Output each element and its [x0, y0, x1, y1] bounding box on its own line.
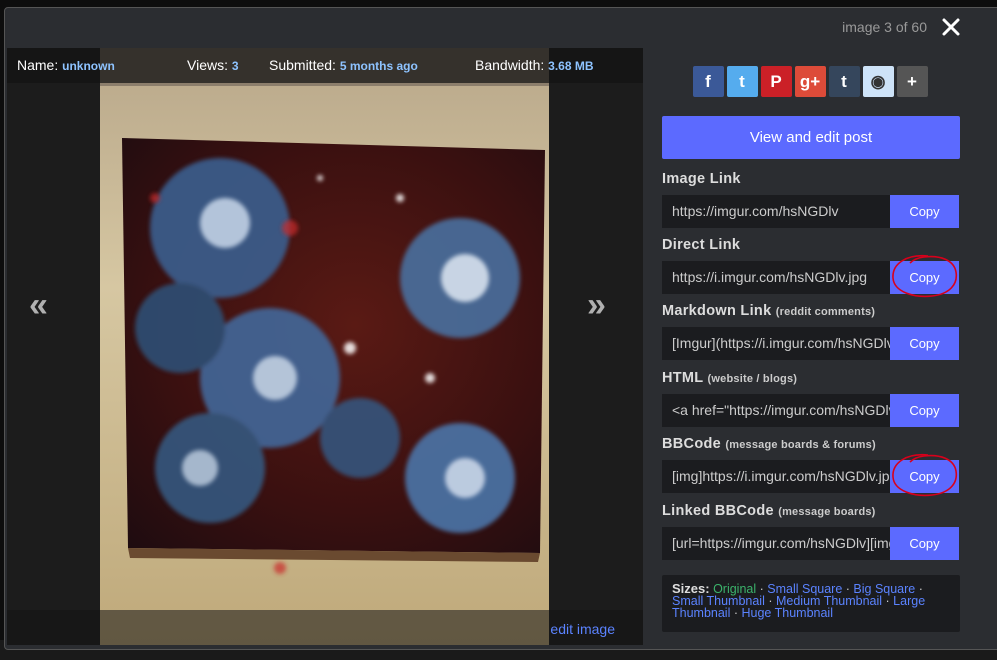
prev-image-arrow[interactable]: « [29, 286, 48, 325]
link-label: Linked BBCode (message boards) [662, 503, 960, 519]
link-field[interactable]: [url=https://imgur.com/hsNGDlv][img] [662, 527, 890, 560]
link-label-text: BBCode [662, 436, 721, 452]
view-edit-post-button[interactable]: View and edit post [662, 116, 960, 159]
bandwidth-value: 3.68 MB [548, 59, 594, 73]
link-field[interactable]: <a href="https://imgur.com/hsNGDlv"> [662, 394, 890, 427]
twitter-icon: t [739, 71, 745, 91]
link-group-direct-link: Direct Link https://i.imgur.com/hsNGDlv.j… [662, 237, 960, 298]
link-field[interactable]: https://i.imgur.com/hsNGDlv.jpg [662, 261, 890, 294]
name-value[interactable]: unknown [62, 59, 115, 73]
link-row: <a href="https://imgur.com/hsNGDlv"> Copy [662, 394, 960, 427]
copy-button[interactable]: Copy [890, 394, 959, 427]
views-value: 3 [231, 59, 239, 73]
stat-submitted: Submitted: 5 months ago [269, 57, 418, 73]
link-label-text: Image Link [662, 171, 741, 187]
link-label: Direct Link [662, 237, 960, 253]
facebook-icon: f [705, 71, 711, 91]
tumblr-icon: t [841, 71, 847, 91]
stat-name: Name: unknown [17, 57, 115, 73]
reddit-icon: ◉ [870, 71, 886, 91]
link-group-markdown-link: Markdown Link (reddit comments) [Imgur](h… [662, 303, 960, 360]
views-label: Views: [187, 57, 228, 73]
size-option-link[interactable]: Huge Thumbnail [741, 606, 833, 620]
copy-button[interactable]: Copy [890, 195, 959, 228]
link-group-linked-bbcode: Linked BBCode (message boards) [url=https… [662, 503, 960, 560]
bandwidth-label: Bandwidth: [475, 57, 545, 73]
image-stats-bar: Name: unknown Views: 3 Submitted: 5 mont… [7, 48, 643, 83]
link-label-text: Markdown Link [662, 303, 772, 319]
link-label: BBCode (message boards & forums) [662, 436, 960, 452]
pinterest-share-button[interactable]: P [760, 66, 792, 97]
link-field[interactable]: [img]https://i.imgur.com/hsNGDlv.jpg[/im… [662, 460, 890, 493]
link-group-bbcode: BBCode (message boards & forums) [img]htt… [662, 436, 960, 497]
share-sidebar: f t Pg+ t ◉ + View and edit post Image Link ht… [660, 66, 960, 632]
link-label-note: (message boards) [778, 506, 876, 518]
tumblr-share-button[interactable]: t [828, 66, 860, 97]
copy-button[interactable]: Copy [890, 261, 959, 294]
image-counter: image 3 of 60 [842, 19, 927, 35]
size-separator: · [882, 594, 894, 608]
name-label: Name: [17, 57, 59, 73]
copy-button[interactable]: Copy [890, 327, 959, 360]
pinterest-icon: P [770, 71, 782, 91]
googleplus-icon: g+ [799, 71, 821, 91]
copy-button[interactable]: Copy [890, 527, 959, 560]
image-bottom-bar: edit image [7, 610, 643, 645]
edit-image-link[interactable]: edit image [550, 621, 615, 637]
size-separator: · [730, 606, 742, 620]
twitter-share-button[interactable]: t [726, 66, 758, 97]
link-row: https://imgur.com/hsNGDlv Copy [662, 195, 960, 228]
next-image-arrow[interactable]: » [587, 286, 606, 325]
link-label: HTML (website / blogs) [662, 370, 960, 386]
link-label-text: Direct Link [662, 237, 741, 253]
close-button[interactable] [938, 14, 964, 40]
close-icon [942, 18, 960, 36]
submitted-label: Submitted: [269, 57, 336, 73]
submitted-value: 5 months ago [339, 59, 418, 73]
link-label-note: (reddit comments) [775, 306, 876, 318]
painting-photo[interactable] [100, 48, 549, 645]
stat-views: Views: 3 [187, 57, 239, 73]
image-viewer: Name: unknown Views: 3 Submitted: 5 mont… [7, 48, 643, 645]
link-label: Image Link [662, 171, 960, 187]
sizes-box: Sizes: Original · Small Square · Big Squ… [662, 575, 960, 632]
link-label: Markdown Link (reddit comments) [662, 303, 960, 319]
modal-header: image 3 of 60 [5, 8, 997, 48]
share-buttons: f t Pg+ t ◉ + [660, 66, 960, 98]
more-share-button[interactable]: + [896, 66, 928, 97]
link-field[interactable]: https://imgur.com/hsNGDlv [662, 195, 890, 228]
copy-button[interactable]: Copy [890, 460, 959, 493]
link-label-note: (message boards & forums) [725, 439, 876, 451]
link-group-image-link: Image Link https://imgur.com/hsNGDlv Copy [662, 171, 960, 228]
link-row: [url=https://imgur.com/hsNGDlv][img] Copy [662, 527, 960, 560]
link-row: [img]https://i.imgur.com/hsNGDlv.jpg[/im… [662, 453, 960, 497]
link-field[interactable]: [Imgur](https://i.imgur.com/hsNGDlv.jpg) [662, 327, 890, 360]
image-modal: image 3 of 60 Name: unknown Views: 3 Sub… [4, 7, 997, 650]
stat-bandwidth: Bandwidth: 3.68 MB [475, 57, 594, 73]
link-row: https://i.imgur.com/hsNGDlv.jpg Copy [662, 254, 960, 298]
link-row: [Imgur](https://i.imgur.com/hsNGDlv.jpg)… [662, 327, 960, 360]
link-group-html: HTML (website / blogs) <a href="https://i… [662, 370, 960, 427]
googleplus-share-button[interactable]: g+ [794, 66, 826, 97]
link-label-note: (website / blogs) [707, 373, 798, 385]
facebook-share-button[interactable]: f [692, 66, 724, 97]
reddit-share-button[interactable]: ◉ [862, 66, 894, 97]
more-icon: + [907, 71, 917, 91]
link-label-text: HTML [662, 370, 704, 386]
link-label-text: Linked BBCode [662, 503, 774, 519]
